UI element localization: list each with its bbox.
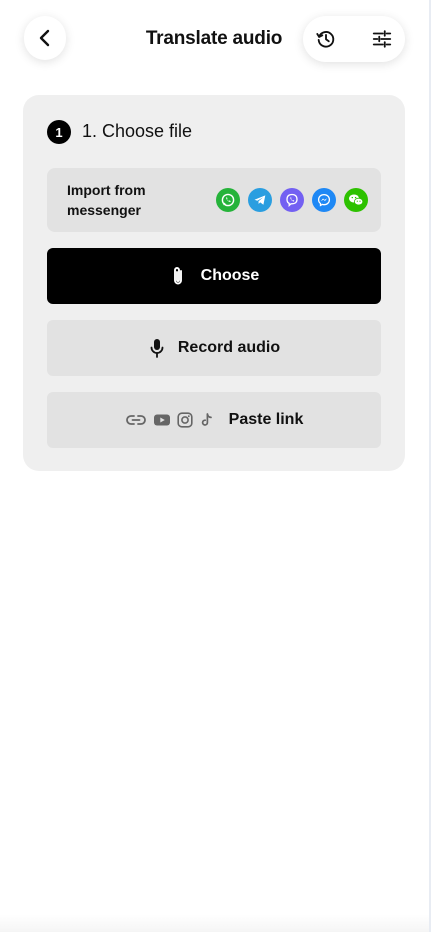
chevron-left-icon	[35, 28, 55, 48]
settings-button[interactable]	[359, 16, 405, 62]
record-button-label: Record audio	[177, 339, 281, 356]
history-icon	[315, 28, 337, 50]
paperclip-icon	[169, 265, 187, 287]
app-screen: Translate audio 1 1. Choose file Import …	[0, 0, 431, 932]
telegram-icon[interactable]	[248, 188, 272, 212]
wechat-icon[interactable]	[344, 188, 368, 212]
paste-button-label: Paste link	[228, 411, 304, 428]
choose-button-label: Choose	[200, 267, 260, 284]
step-title: 1. Choose file	[82, 121, 193, 141]
header-actions	[303, 16, 405, 62]
whatsapp-icon[interactable]	[216, 188, 240, 212]
messenger-icon[interactable]	[312, 188, 336, 212]
viber-icon[interactable]	[280, 188, 304, 212]
import-from-messenger[interactable]: Import from messenger	[47, 168, 381, 232]
page-title: Translate audio	[145, 28, 283, 49]
sliders-icon	[371, 28, 393, 50]
history-button[interactable]	[303, 16, 349, 62]
tiktok-icon	[199, 412, 215, 428]
choose-file-button[interactable]: Choose	[47, 248, 381, 304]
messenger-list	[216, 188, 368, 212]
step-number-badge: 1	[47, 120, 71, 144]
instagram-icon	[177, 412, 193, 428]
back-button[interactable]	[24, 16, 66, 60]
record-audio-button[interactable]: Record audio	[47, 320, 381, 376]
link-icon	[125, 413, 147, 427]
paste-link-button[interactable]: Paste link	[47, 392, 381, 448]
microphone-icon	[148, 337, 166, 359]
youtube-icon	[153, 413, 171, 427]
bottom-shadow	[0, 914, 429, 932]
source-icons	[125, 412, 215, 428]
import-label: Import from messenger	[67, 182, 146, 218]
choose-file-card: 1 1. Choose file Import from messenger C…	[23, 95, 405, 471]
